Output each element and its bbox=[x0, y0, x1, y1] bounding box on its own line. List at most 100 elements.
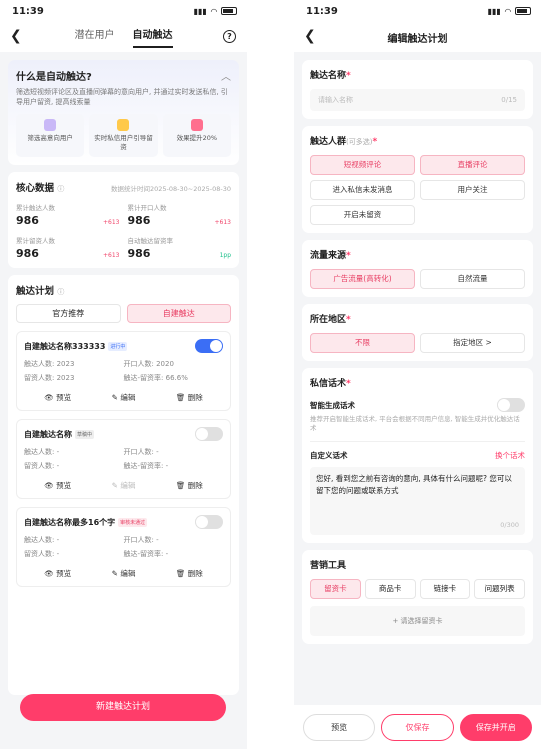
plan-stat-value: - bbox=[56, 462, 60, 470]
stat-value: 986 bbox=[16, 247, 39, 260]
back-icon[interactable]: ❮ bbox=[10, 28, 22, 44]
smart-toggle[interactable] bbox=[497, 398, 525, 412]
help-icon[interactable]: ? bbox=[223, 30, 236, 43]
chip-video-comment[interactable]: 短视频评论 bbox=[310, 155, 415, 175]
chip-dm-no-message[interactable]: 进入私信未发消息 bbox=[310, 180, 415, 200]
chip-natural-traffic[interactable]: 自然流量 bbox=[420, 269, 525, 289]
info-icon[interactable]: ⓘ bbox=[57, 288, 64, 296]
preview-button[interactable]: 预览 bbox=[303, 713, 376, 741]
intro-step: 效果提升20% bbox=[162, 114, 231, 157]
plan-toggle[interactable] bbox=[195, 427, 223, 441]
delete-label: 删除 bbox=[187, 569, 203, 578]
plan-stat: 触达-留资率: 66.6% bbox=[124, 373, 224, 383]
plan-stats: 触达人数: 2023 开口人数: 2020 留资人数: 2023 触达-留资率:… bbox=[24, 359, 223, 383]
stat-value: 986 bbox=[127, 214, 151, 227]
chip-live-comment[interactable]: 直播评论 bbox=[420, 155, 525, 175]
preview-button[interactable]: 👁 预览 bbox=[44, 568, 71, 579]
plan-toggle[interactable] bbox=[195, 515, 223, 529]
plan-actions: 👁 预览 ✎ 编辑 🗑 删除 bbox=[24, 568, 223, 579]
plan-name-wrap: 自建触达名称 草稿中 bbox=[24, 429, 95, 440]
plan-stat-value: 2020 bbox=[156, 360, 174, 368]
dm-textarea[interactable]: 您好, 看到您之前有咨询的意向, 具体有什么问题呢? 您可以留下您的问题或联系方… bbox=[310, 467, 525, 535]
chip-no-lead[interactable]: 开启未留资 bbox=[310, 205, 415, 225]
page-title: 编辑触达计划 bbox=[387, 33, 448, 45]
wifi-icon: ◠ bbox=[504, 6, 511, 16]
status-icons: ▮▮▮ ◠ bbox=[194, 7, 237, 16]
plan-stat-value: - bbox=[56, 536, 60, 544]
back-icon[interactable]: ❮ bbox=[304, 28, 316, 44]
plan-name: 自建触达名称 bbox=[24, 429, 72, 439]
plan-stat: 触达人数: 2023 bbox=[24, 359, 124, 369]
stat-label: 自动触达留资率 bbox=[127, 237, 174, 245]
status-bar: 11:39 ▮▮▮ ◠ bbox=[294, 0, 541, 22]
collapse-icon[interactable]: ︿ bbox=[221, 68, 231, 83]
edit-button[interactable]: ✎ 编辑 bbox=[112, 568, 136, 579]
delete-label: 删除 bbox=[187, 481, 203, 490]
chip-follow[interactable]: 用户关注 bbox=[420, 180, 525, 200]
preview-button[interactable]: 👁 预览 bbox=[44, 392, 71, 403]
plan-stat-value: - bbox=[165, 550, 169, 558]
plan-stat: 开口人数: 2020 bbox=[124, 359, 224, 369]
tab-potential-users[interactable]: 潜在用户 bbox=[75, 26, 115, 48]
plan-stat-value: - bbox=[56, 448, 60, 456]
save-button[interactable]: 仅保存 bbox=[381, 713, 454, 741]
plan-toggle[interactable] bbox=[195, 339, 223, 353]
step-label: 效果提升20% bbox=[176, 134, 218, 142]
crowd-label: 触达人群(可多选)* bbox=[310, 134, 525, 147]
info-icon[interactable]: ⓘ bbox=[57, 185, 64, 193]
plan-name-wrap: 自建触达名称最多16个字 审核未通过 bbox=[24, 517, 148, 528]
new-plan-button[interactable]: 新建触达计划 bbox=[20, 694, 226, 721]
add-lead-card-button[interactable]: + 请选择留资卡 bbox=[310, 606, 525, 636]
edit-button[interactable]: ✎ 编辑 bbox=[112, 392, 136, 403]
chip-specific-region[interactable]: 指定地区 > bbox=[420, 333, 525, 353]
tab-custom[interactable]: 自建触达 bbox=[126, 304, 231, 323]
save-and-open-button[interactable]: 保存并开启 bbox=[459, 713, 532, 741]
left-screen: 11:39 ▮▮▮ ◠ ❮ 潜在用户 自动触达 ? 什么是自动触达? ︿ 筛选短… bbox=[0, 0, 247, 749]
tab-official[interactable]: 官方推荐 bbox=[16, 304, 121, 323]
plan-item: 自建触达名称333333 进行中 触达人数: 2023 开口人数: 2020 留资… bbox=[16, 331, 231, 411]
stat-delta: 1pp bbox=[219, 252, 231, 259]
plan-stat-value: 66.6% bbox=[165, 374, 188, 382]
plan-stat-label: 触达-留资率: bbox=[123, 462, 164, 470]
plan-stat-value: - bbox=[156, 536, 159, 544]
name-placeholder: 请输入名称 bbox=[318, 96, 353, 104]
plan-stat-label: 开口人数: bbox=[123, 536, 154, 544]
custom-row: 自定义话术 换个话术 bbox=[310, 450, 525, 461]
plan-stat-value: - bbox=[165, 462, 169, 470]
plan-stat-label: 开口人数: bbox=[123, 360, 154, 368]
dm-section: 私信话术* 智能生成话术 推荐开启智能生成话术, 平台会根据不同用户信息, 智能… bbox=[302, 368, 533, 543]
name-input[interactable]: 请输入名称 0/15 bbox=[310, 89, 525, 111]
tab-auto-reach[interactable]: 自动触达 bbox=[132, 26, 173, 48]
dm-label-text: 私信话术 bbox=[310, 379, 347, 389]
plan-stat-label: 留资人数: bbox=[24, 550, 55, 558]
tab-link-card[interactable]: 链接卡 bbox=[419, 579, 471, 599]
plan-stat-label: 触达-留资率: bbox=[123, 550, 164, 558]
plan-stat-value: 2023 bbox=[56, 360, 75, 368]
stat-label: 累计触达人数 bbox=[16, 204, 55, 212]
change-script-link[interactable]: 换个话术 bbox=[495, 450, 525, 461]
intro-header: 什么是自动触达? ︿ bbox=[16, 68, 231, 83]
source-label: 流量来源* bbox=[310, 248, 525, 261]
delete-button[interactable]: 🗑 删除 bbox=[176, 392, 203, 403]
plan-stat-label: 触达-留资率: bbox=[123, 374, 164, 382]
stat-value: 986 bbox=[16, 214, 39, 227]
delete-button[interactable]: 🗑 删除 bbox=[176, 480, 203, 491]
intro-step: 实时私信用户引导留资 bbox=[89, 114, 158, 157]
preview-button[interactable]: 👁 预览 bbox=[44, 480, 71, 491]
tab-product-card[interactable]: 商品卡 bbox=[364, 579, 416, 599]
stat-value: 986 bbox=[127, 247, 151, 260]
dm-counter: 0/300 bbox=[500, 521, 519, 529]
dm-text: 您好, 看到您之前有咨询的意向, 具体有什么问题呢? 您可以留下您的问题或联系方… bbox=[316, 474, 512, 495]
delete-button[interactable]: 🗑 删除 bbox=[176, 568, 203, 579]
tab-lead-card[interactable]: 留资卡 bbox=[310, 579, 361, 599]
region-label: 所在地区* bbox=[310, 312, 525, 325]
chip-unlimited[interactable]: 不限 bbox=[310, 333, 415, 353]
tab-question-list[interactable]: 问题列表 bbox=[474, 579, 525, 599]
source-section: 流量来源* 广告流量(高转化) 自然流量 bbox=[302, 240, 533, 297]
plan-stats: 触达人数: - 开口人数: - 留资人数: - 触达-留资率: - bbox=[24, 447, 223, 471]
name-label-text: 触达名称 bbox=[310, 71, 347, 81]
plan-stat-label: 留资人数: bbox=[24, 462, 55, 470]
required-mark: * bbox=[346, 379, 351, 389]
chip-ad-traffic[interactable]: 广告流量(高转化) bbox=[310, 269, 415, 289]
plan-name: 自建触达名称最多16个字 bbox=[24, 517, 116, 527]
